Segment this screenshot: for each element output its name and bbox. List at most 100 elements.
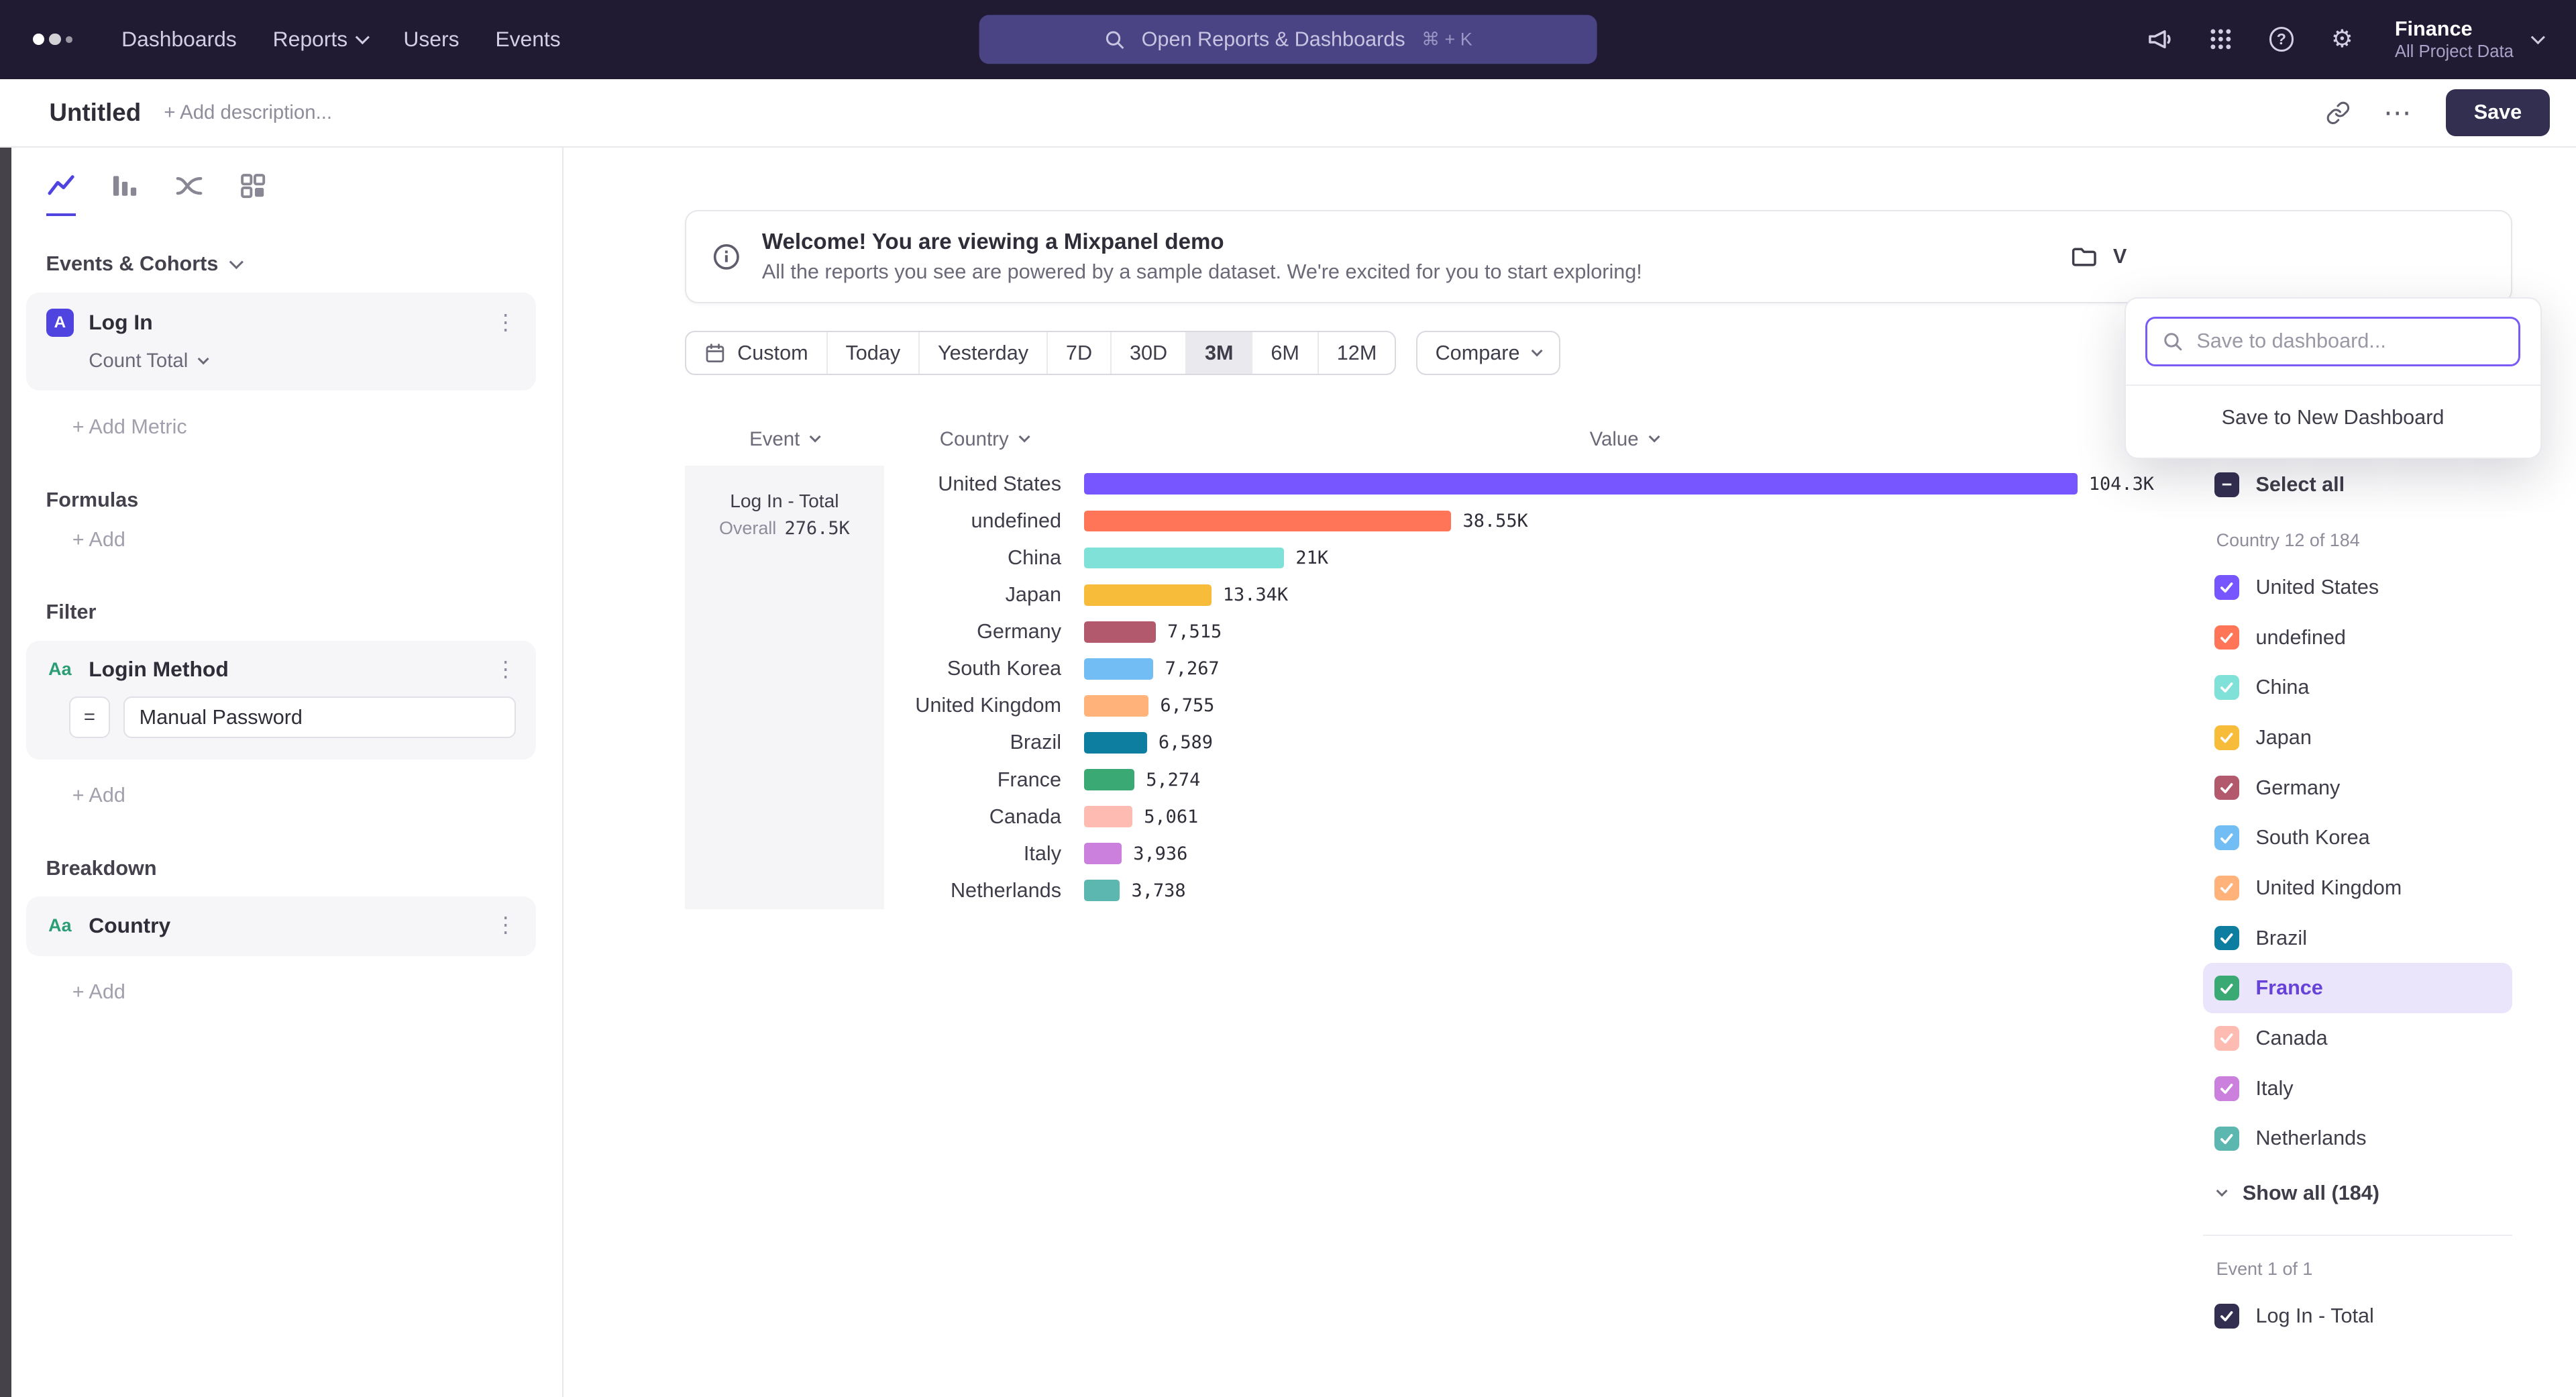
filter-operator-dropdown[interactable]: = xyxy=(69,696,110,737)
breakdown-card[interactable]: Aa Country ⋮ xyxy=(26,896,536,955)
range-30d[interactable]: 30D xyxy=(1110,332,1185,374)
aggregation-dropdown[interactable]: Count Total xyxy=(89,350,516,372)
bar[interactable] xyxy=(1084,769,1134,790)
event-filter-label: Log In - Total xyxy=(2255,1304,2373,1328)
country-checkbox[interactable] xyxy=(2214,1026,2239,1051)
apps-grid-icon[interactable] xyxy=(2206,25,2235,54)
left-scrollbar[interactable] xyxy=(0,148,11,1396)
country-checkbox[interactable] xyxy=(2214,675,2239,700)
country-filter-item[interactable]: Germany xyxy=(2203,763,2512,813)
nav-item-reports[interactable]: Reports xyxy=(273,27,368,52)
dashboard-search-field[interactable] xyxy=(2145,317,2520,366)
kebab-menu-icon[interactable]: ⋮ xyxy=(495,659,517,680)
country-filter-item[interactable]: undefined xyxy=(2203,613,2512,663)
country-checkbox[interactable] xyxy=(2214,1127,2239,1151)
bar[interactable] xyxy=(1084,584,1211,606)
tab-funnels[interactable] xyxy=(110,171,140,217)
country-filter-item[interactable]: United Kingdom xyxy=(2203,863,2512,913)
broadcast-icon[interactable] xyxy=(2145,25,2175,54)
help-icon[interactable]: ? xyxy=(2267,25,2296,54)
event-summary-block: Log In - Total Overall276.5K xyxy=(685,466,883,909)
bar[interactable] xyxy=(1084,621,1156,643)
nav-item-events[interactable]: Events xyxy=(495,27,560,52)
chart-row: Netherlands3,738 xyxy=(884,872,2164,909)
bar[interactable] xyxy=(1084,548,1284,569)
country-checkbox[interactable] xyxy=(2214,926,2239,951)
bar[interactable] xyxy=(1084,511,1451,532)
country-filter-item[interactable]: United States xyxy=(2203,562,2512,613)
nav-item-dashboards[interactable]: Dashboards xyxy=(121,27,237,52)
bar[interactable] xyxy=(1084,806,1132,827)
project-selector[interactable]: Finance All Project Data xyxy=(2395,17,2543,62)
add-filter-button[interactable]: + Add xyxy=(72,784,536,807)
range-today[interactable]: Today xyxy=(826,332,919,374)
save-button[interactable]: Save xyxy=(2446,89,2550,136)
value-column-header[interactable]: Value xyxy=(1084,428,2163,451)
select-all-row[interactable]: − Select all xyxy=(2203,472,2512,497)
event-checkbox[interactable] xyxy=(2214,1304,2239,1329)
bar-category-label: United Kingdom xyxy=(884,694,1085,717)
kebab-menu-icon[interactable]: ⋮ xyxy=(495,312,517,333)
range-custom[interactable]: Custom xyxy=(686,332,826,374)
event-name[interactable]: Log In xyxy=(89,310,152,335)
tab-retention[interactable] xyxy=(238,171,268,217)
range-6m[interactable]: 6M xyxy=(1251,332,1317,374)
bar[interactable] xyxy=(1084,843,1122,864)
country-checkbox[interactable] xyxy=(2214,776,2239,800)
bar[interactable] xyxy=(1084,658,1153,680)
range-7d[interactable]: 7D xyxy=(1046,332,1110,374)
tab-flows[interactable] xyxy=(174,171,204,217)
range-3m-selected[interactable]: 3M xyxy=(1185,332,1251,374)
event-column-header[interactable]: Event xyxy=(685,428,883,451)
compare-button[interactable]: Compare xyxy=(1416,331,1561,375)
filter-card[interactable]: Aa Login Method ⋮ = Manual Password xyxy=(26,641,536,760)
country-checkbox[interactable] xyxy=(2214,1076,2239,1101)
nav-item-users[interactable]: Users xyxy=(403,27,459,52)
bar[interactable] xyxy=(1084,695,1148,717)
range-yesterday[interactable]: Yesterday xyxy=(918,332,1046,374)
country-filter-item[interactable]: Italy xyxy=(2203,1064,2512,1114)
country-filter-item[interactable]: Canada xyxy=(2203,1013,2512,1064)
select-all-checkbox[interactable]: − xyxy=(2214,472,2239,497)
country-column-header[interactable]: Country xyxy=(884,428,1085,451)
add-breakdown-button[interactable]: + Add xyxy=(72,980,536,1004)
bar[interactable] xyxy=(1084,880,1120,901)
bar[interactable] xyxy=(1084,473,2077,495)
country-checkbox[interactable] xyxy=(2214,625,2239,650)
country-filter-item[interactable]: Netherlands xyxy=(2203,1114,2512,1164)
country-filter-item[interactable]: France xyxy=(2203,963,2512,1013)
add-description-field[interactable]: + Add description... xyxy=(164,101,332,124)
dashboard-search-input[interactable] xyxy=(2196,329,2504,353)
country-filter-item[interactable]: China xyxy=(2203,662,2512,713)
event-card[interactable]: A Log In ⋮ Count Total xyxy=(26,293,536,391)
country-filter-item[interactable]: South Korea xyxy=(2203,813,2512,863)
settings-gear-icon[interactable]: ⚙ xyxy=(2327,25,2357,54)
save-to-new-dashboard-item[interactable]: Save to New Dashboard xyxy=(2126,386,2540,450)
copy-link-icon[interactable] xyxy=(2326,101,2351,125)
mixpanel-logo-icon[interactable] xyxy=(33,34,72,45)
banner-action-button[interactable]: V xyxy=(2070,243,2484,271)
country-checkbox[interactable] xyxy=(2214,825,2239,850)
add-metric-button[interactable]: + Add Metric xyxy=(72,415,536,439)
country-checkbox[interactable] xyxy=(2214,976,2239,1000)
show-all-button[interactable]: Show all (184) xyxy=(2203,1169,2512,1218)
country-checkbox[interactable] xyxy=(2214,725,2239,750)
global-search-button[interactable]: Open Reports & Dashboards ⌘ + K xyxy=(979,15,1597,64)
report-title[interactable]: Untitled xyxy=(49,99,141,127)
select-all-label: Select all xyxy=(2255,473,2345,497)
chevron-down-icon xyxy=(2531,30,2545,44)
breakdown-property-name[interactable]: Country xyxy=(89,913,170,938)
kebab-menu-icon[interactable]: ⋮ xyxy=(495,915,517,936)
events-section-title[interactable]: Events & Cohorts xyxy=(46,252,536,276)
event-filter-item[interactable]: Log In - Total xyxy=(2203,1291,2512,1341)
add-formula-button[interactable]: + Add xyxy=(72,528,536,552)
range-12m[interactable]: 12M xyxy=(1318,332,1395,374)
tab-insights[interactable] xyxy=(46,171,76,217)
country-filter-item[interactable]: Japan xyxy=(2203,713,2512,763)
country-checkbox[interactable] xyxy=(2214,876,2239,900)
bar[interactable] xyxy=(1084,732,1146,754)
filter-property-name[interactable]: Login Method xyxy=(89,657,229,682)
country-checkbox[interactable] xyxy=(2214,575,2239,600)
filter-value-field[interactable]: Manual Password xyxy=(123,696,517,737)
country-filter-item[interactable]: Brazil xyxy=(2203,913,2512,964)
